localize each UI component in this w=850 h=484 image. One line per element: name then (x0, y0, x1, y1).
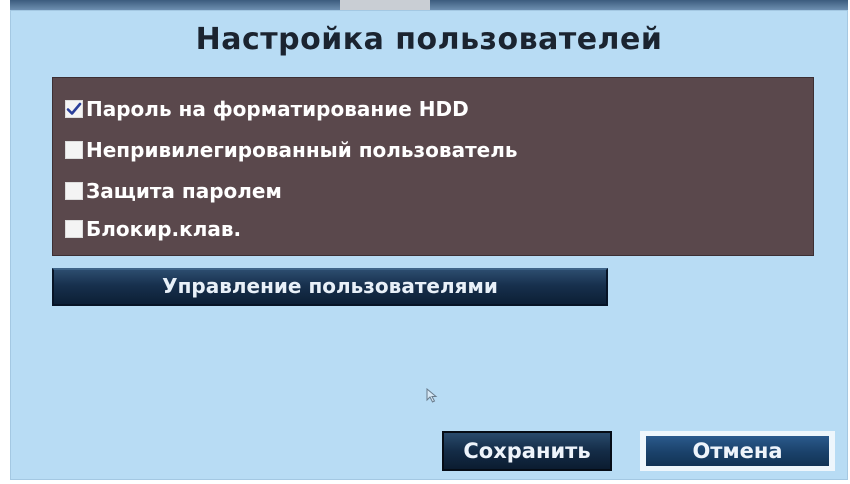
user-settings-dialog: Настройка пользователей Пароль на формат… (10, 10, 848, 480)
mouse-cursor-icon (426, 388, 438, 403)
dialog-title: Настройка пользователей (195, 22, 663, 57)
cancel-button[interactable]: Отмена (640, 431, 835, 471)
cancel-button-label: Отмена (646, 436, 829, 466)
top-border-notch (340, 0, 430, 10)
top-border (10, 0, 848, 10)
option-hdd-format-password[interactable]: Пароль на форматирование HDD (65, 94, 469, 124)
option-label: Непривилегированный пользователь (86, 138, 518, 162)
manage-users-button[interactable]: Управление пользователями (52, 268, 608, 306)
option-label: Защита паролем (86, 179, 282, 203)
options-panel: Пароль на форматирование HDD Непривилеги… (52, 77, 814, 256)
checkbox-hdd-format-password[interactable] (65, 100, 83, 118)
option-label: Пароль на форматирование HDD (86, 97, 469, 121)
checkmark-icon (66, 102, 82, 115)
option-unprivileged-user[interactable]: Непривилегированный пользователь (65, 135, 518, 165)
option-keyboard-lock[interactable]: Блокир.клав. (65, 214, 241, 244)
option-password-protection[interactable]: Защита паролем (65, 176, 282, 206)
checkbox-unprivileged-user[interactable] (65, 141, 83, 159)
checkbox-keyboard-lock[interactable] (65, 220, 83, 238)
option-label: Блокир.клав. (86, 217, 242, 241)
screen: Настройка пользователей Пароль на формат… (0, 0, 850, 484)
save-button[interactable]: Сохранить (442, 431, 612, 471)
checkbox-password-protection[interactable] (65, 182, 83, 200)
